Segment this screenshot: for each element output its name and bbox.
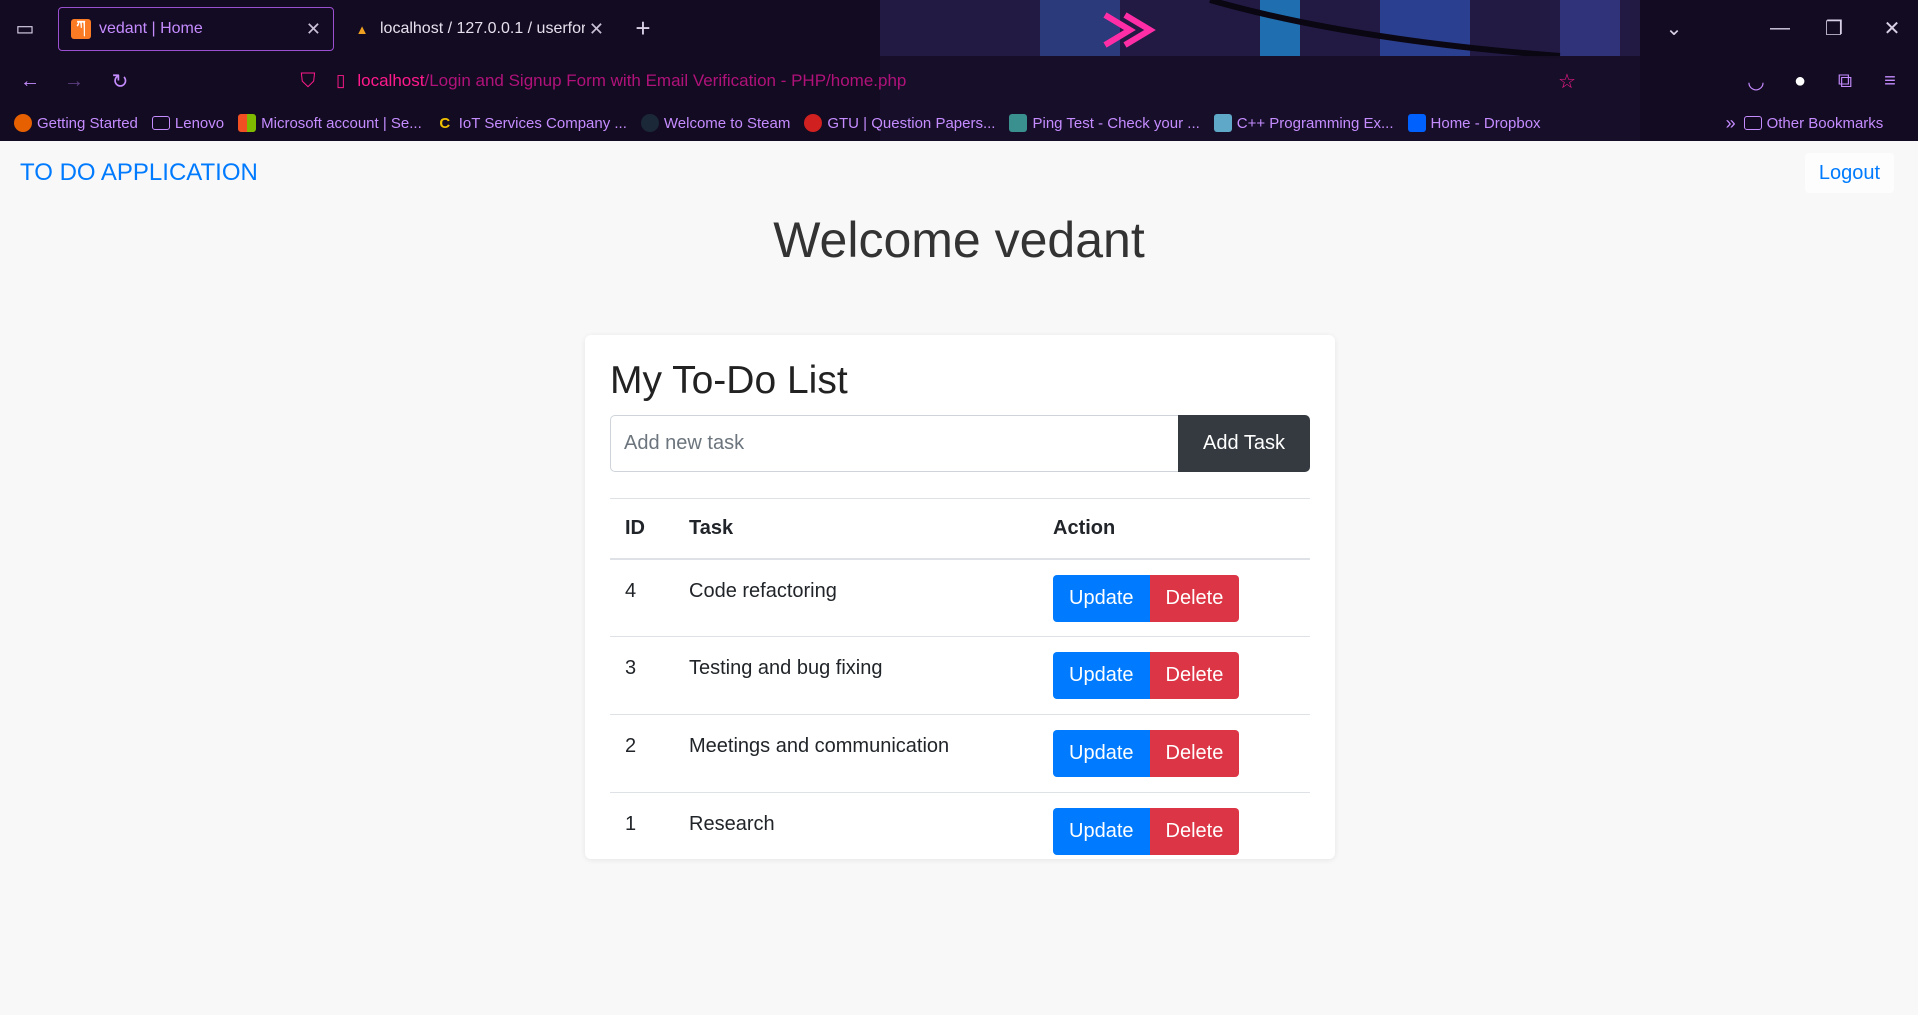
navigation-toolbar: ← → ↻ ⛉ ▯ localhost/Login and Signup For… xyxy=(0,56,1918,106)
delete-button[interactable]: Delete xyxy=(1149,808,1240,856)
table-header-row: ID Task Action xyxy=(610,497,1310,560)
bookmark-getting-started[interactable]: Getting Started xyxy=(14,114,138,132)
shield-icon[interactable]: ⛉ xyxy=(290,63,326,99)
url-path: /Login and Signup Form with Email Verifi… xyxy=(424,71,907,90)
task-actions: Update Delete xyxy=(1038,636,1310,716)
firefox-icon xyxy=(14,114,32,132)
table-row: 3 Testing and bug fixing Update Delete xyxy=(610,636,1310,716)
new-task-input[interactable] xyxy=(610,414,1178,472)
url-bar[interactable]: ▯ localhost/Login and Signup Form with E… xyxy=(336,64,1636,98)
pocket-icon[interactable]: ◡ xyxy=(1738,63,1774,99)
tab-list-icon[interactable]: ▭ xyxy=(7,10,43,46)
list-all-tabs-icon[interactable]: ⌄ xyxy=(1656,10,1692,46)
bookmark-star-icon[interactable]: ☆ xyxy=(1549,63,1585,99)
task-id: 2 xyxy=(610,714,674,794)
bookmark-steam[interactable]: Welcome to Steam xyxy=(640,114,790,132)
forward-icon[interactable]: → xyxy=(56,63,92,99)
task-name: Meetings and communication xyxy=(674,714,1038,794)
close-window-icon[interactable]: ✕ xyxy=(1874,10,1910,46)
update-button[interactable]: Update xyxy=(1053,652,1150,700)
task-table: ID Task Action 4 Code refactoring Update… xyxy=(610,497,1310,871)
todo-card: My To-Do List Add Task ID Task Action 4 … xyxy=(585,335,1335,859)
tab-vedant-home[interactable]: ཀ vedant | Home ✕ xyxy=(58,7,334,51)
dropbox-icon xyxy=(1407,114,1426,132)
account-icon[interactable]: ● xyxy=(1782,63,1818,99)
task-actions: Update Delete xyxy=(1038,714,1310,794)
column-header-action: Action xyxy=(1038,497,1310,560)
column-header-id: ID xyxy=(610,497,674,560)
page-content: TO DO APPLICATION Logout Welcome vedant … xyxy=(0,141,1918,1015)
url-page-icon: ▯ xyxy=(336,71,346,90)
bookmarks-overflow-icon[interactable]: » xyxy=(1726,113,1736,134)
bookmark-dropbox[interactable]: Home - Dropbox xyxy=(1407,114,1541,132)
bookmark-iot-services[interactable]: C IoT Services Company ... xyxy=(436,114,627,132)
other-bookmarks[interactable]: Other Bookmarks xyxy=(1743,115,1883,132)
task-actions: Update Delete xyxy=(1038,793,1310,871)
logout-button[interactable]: Logout xyxy=(1804,153,1894,193)
menu-icon[interactable]: ≡ xyxy=(1872,63,1908,99)
add-task-button[interactable]: Add Task xyxy=(1178,414,1310,472)
delete-button[interactable]: Delete xyxy=(1149,574,1240,622)
gtu-icon xyxy=(804,114,823,132)
c-logo-icon: C xyxy=(439,114,451,132)
extensions-icon[interactable]: ⧉ xyxy=(1827,63,1863,99)
bookmark-ping-test[interactable]: Ping Test - Check your ... xyxy=(1009,114,1200,132)
bookmark-gtu[interactable]: GTU | Question Papers... xyxy=(804,114,995,132)
bookmark-lenovo[interactable]: Lenovo xyxy=(151,115,224,132)
task-name: Testing and bug fixing xyxy=(674,636,1038,716)
folder-icon xyxy=(151,116,170,130)
add-task-form: Add Task xyxy=(610,414,1310,472)
table-row: 2 Meetings and communication Update Delet… xyxy=(610,714,1310,794)
bookmarks-toolbar: Getting Started Lenovo Microsoft account… xyxy=(0,108,1918,138)
back-icon[interactable]: ← xyxy=(12,63,48,99)
ping-test-icon xyxy=(1009,114,1028,132)
update-button[interactable]: Update xyxy=(1053,808,1150,856)
tab-title: vedant | Home xyxy=(99,20,203,37)
microsoft-icon xyxy=(238,114,257,132)
delete-button[interactable]: Delete xyxy=(1149,730,1240,778)
cpp-icon xyxy=(1213,114,1232,132)
reload-icon[interactable]: ↻ xyxy=(102,63,138,99)
task-name: Code refactoring xyxy=(674,558,1038,638)
steam-icon xyxy=(640,114,659,132)
minimize-icon[interactable]: — xyxy=(1762,10,1798,46)
tab-phpmyadmin[interactable]: ▲ localhost / 127.0.0.1 / userform ✕ xyxy=(340,7,610,51)
todo-title: My To-Do List xyxy=(610,359,848,402)
tab-bar: ▭ ཀ vedant | Home ✕ ▲ localhost / 127.0.… xyxy=(0,0,1918,56)
xampp-favicon-icon: ཀ xyxy=(71,18,91,39)
update-button[interactable]: Update xyxy=(1053,730,1150,778)
close-tab-icon[interactable]: ✕ xyxy=(306,19,321,40)
task-id: 3 xyxy=(610,636,674,716)
bookmark-cpp-programming[interactable]: C++ Programming Ex... xyxy=(1213,114,1394,132)
browser-chrome: ▭ ཀ vedant | Home ✕ ▲ localhost / 127.0.… xyxy=(0,0,1918,141)
task-id: 1 xyxy=(625,813,637,836)
close-tab-icon[interactable]: ✕ xyxy=(589,19,604,40)
welcome-heading: Welcome vedant xyxy=(773,212,1145,268)
delete-button[interactable]: Delete xyxy=(1149,652,1240,700)
folder-icon xyxy=(1743,116,1762,130)
task-name: Research xyxy=(689,813,775,836)
tab-title: localhost / 127.0.0.1 / userform xyxy=(380,20,585,37)
task-id: 4 xyxy=(610,558,674,638)
new-tab-icon[interactable]: + xyxy=(625,10,661,46)
brand-link[interactable]: TO DO APPLICATION xyxy=(20,159,258,187)
task-actions: Update Delete xyxy=(1038,558,1310,638)
bookmark-microsoft-account[interactable]: Microsoft account | Se... xyxy=(238,114,422,132)
table-row: 1 Research Update Delete xyxy=(610,793,1310,871)
phpmyadmin-favicon-icon: ▲ xyxy=(355,21,369,37)
table-row: 4 Code refactoring Update Delete xyxy=(610,558,1310,638)
update-button[interactable]: Update xyxy=(1053,574,1150,622)
url-host: localhost xyxy=(357,71,425,90)
column-header-task: Task xyxy=(674,497,1038,560)
restore-icon[interactable]: ❐ xyxy=(1816,10,1852,46)
